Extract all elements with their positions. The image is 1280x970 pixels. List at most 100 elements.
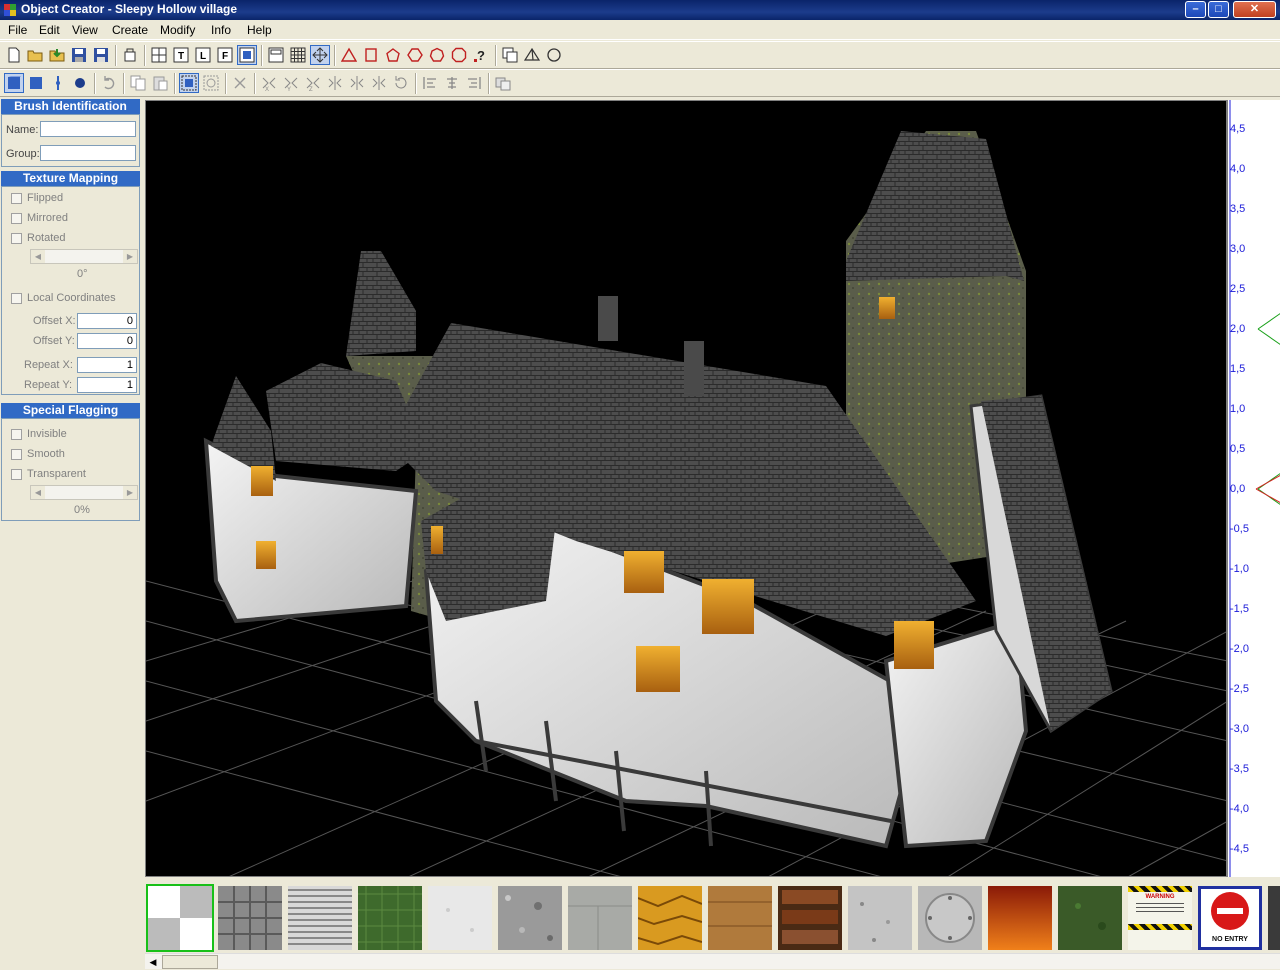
front-view-icon[interactable]: F [215, 45, 235, 65]
metal-plate-texture[interactable] [918, 886, 982, 950]
rotation-slider[interactable]: ◀ ▶ [30, 249, 138, 264]
triangle-brush-icon[interactable] [339, 45, 359, 65]
slider-right-arrow[interactable]: ▶ [123, 486, 137, 499]
properties-panel: Brush Identification Name: Group: Textur… [0, 98, 143, 878]
checker-texture[interactable] [146, 884, 214, 952]
close-button[interactable]: ✕ [1233, 1, 1276, 18]
texture-scrollbar[interactable]: ◀ [145, 953, 1280, 969]
gold-window-texture[interactable] [638, 886, 702, 950]
delete-icon[interactable] [230, 73, 250, 93]
save-as-icon[interactable] [91, 45, 111, 65]
copy-brush-icon[interactable] [500, 45, 520, 65]
transparent-label: Transparent [27, 468, 86, 480]
name-field[interactable] [40, 121, 136, 137]
menu-info[interactable]: Info [211, 23, 231, 37]
menu-modify[interactable]: Modify [160, 23, 195, 37]
slider-left-arrow[interactable]: ◀ [31, 486, 45, 499]
mirror-z-icon[interactable] [369, 73, 389, 93]
rectangle-brush-icon[interactable] [361, 45, 381, 65]
flip-y-icon[interactable]: Y [281, 73, 301, 93]
menu-view[interactable]: View [72, 23, 98, 37]
flip-z-icon[interactable]: Z [303, 73, 323, 93]
no-entry-sign-texture[interactable]: NO ENTRY [1198, 886, 1262, 950]
repeat-y-field[interactable]: 1 [77, 377, 137, 393]
select-edge-icon[interactable] [48, 73, 68, 93]
wireframe-icon[interactable] [266, 45, 286, 65]
perspective-viewport[interactable] [145, 100, 1227, 877]
import-icon[interactable] [47, 45, 67, 65]
gravel-texture[interactable] [498, 886, 562, 950]
bookshelf-texture[interactable] [778, 886, 842, 950]
heptagon-brush-icon[interactable] [427, 45, 447, 65]
select-brush-icon[interactable] [4, 73, 24, 93]
invisible-checkbox[interactable] [11, 429, 22, 440]
custom-polygon-icon[interactable]: ? [471, 45, 491, 65]
mirrored-checkbox[interactable] [11, 213, 22, 224]
save-icon[interactable] [69, 45, 89, 65]
warning-sign-texture[interactable]: WARNING [1128, 886, 1192, 950]
flipped-checkbox[interactable] [11, 193, 22, 204]
object-properties-icon[interactable] [120, 45, 140, 65]
texture-lock-icon[interactable] [493, 73, 513, 93]
mirror-y-icon[interactable] [347, 73, 367, 93]
slider-right-arrow[interactable]: ▶ [123, 250, 137, 263]
open-folder-icon[interactable] [25, 45, 45, 65]
moss-texture[interactable] [1058, 886, 1122, 950]
deselect-icon[interactable] [201, 73, 221, 93]
minimize-button[interactable]: – [1185, 1, 1206, 18]
offset-x-field[interactable]: 0 [77, 313, 137, 329]
mirror-x-icon[interactable] [325, 73, 345, 93]
perspective-view-icon[interactable] [237, 45, 257, 65]
octagon-brush-icon[interactable] [449, 45, 469, 65]
scroll-left-arrow[interactable]: ◀ [145, 954, 161, 970]
scroll-thumb[interactable] [162, 955, 218, 969]
align-z-icon[interactable] [464, 73, 484, 93]
partial-texture[interactable] [1268, 886, 1280, 950]
concrete-texture[interactable] [568, 886, 632, 950]
menu-file[interactable]: File [8, 23, 27, 37]
flip-x-icon[interactable]: X [259, 73, 279, 93]
white-plaster-texture[interactable] [428, 886, 492, 950]
lava-texture[interactable] [988, 886, 1052, 950]
top-view-icon[interactable]: T [171, 45, 191, 65]
local-coordinates-checkbox[interactable] [11, 293, 22, 304]
slider-left-arrow[interactable]: ◀ [31, 250, 45, 263]
select-all-icon[interactable] [179, 73, 199, 93]
group-field[interactable] [40, 145, 136, 161]
transparent-checkbox[interactable] [11, 469, 22, 480]
granite-texture[interactable] [848, 886, 912, 950]
stripes-texture[interactable] [288, 886, 352, 950]
maximize-button[interactable]: □ [1208, 1, 1229, 18]
select-face-icon[interactable] [26, 73, 46, 93]
toolbar-separator [334, 45, 336, 66]
offset-x-label: Offset X: [33, 315, 76, 327]
pentagon-brush-icon[interactable] [383, 45, 403, 65]
grass-texture[interactable] [358, 886, 422, 950]
align-x-icon[interactable] [420, 73, 440, 93]
snap-icon[interactable] [310, 45, 330, 65]
paste-icon[interactable] [150, 73, 170, 93]
smooth-checkbox[interactable] [11, 449, 22, 460]
undo-icon[interactable] [99, 73, 119, 93]
copy-icon[interactable] [128, 73, 148, 93]
select-vertex-icon[interactable] [70, 73, 90, 93]
menu-edit[interactable]: Edit [39, 23, 60, 37]
sphere-brush-icon[interactable] [544, 45, 564, 65]
wood-texture[interactable] [708, 886, 772, 950]
grid-icon[interactable] [288, 45, 308, 65]
align-y-icon[interactable] [442, 73, 462, 93]
quad-view-icon[interactable] [149, 45, 169, 65]
repeat-x-field[interactable]: 1 [77, 357, 137, 373]
new-file-icon[interactable] [4, 45, 24, 65]
pyramid-brush-icon[interactable] [522, 45, 542, 65]
rotated-checkbox[interactable] [11, 233, 22, 244]
menu-help[interactable]: Help [247, 23, 272, 37]
offset-y-field[interactable]: 0 [77, 333, 137, 349]
rotate-icon[interactable] [391, 73, 411, 93]
metal-grid-texture[interactable] [218, 886, 282, 950]
transparency-slider[interactable]: ◀ ▶ [30, 485, 138, 500]
left-view-icon[interactable]: L [193, 45, 213, 65]
menu-create[interactable]: Create [112, 23, 148, 37]
texture-mapping-section: Flipped Mirrored Rotated ◀ ▶ 0° Local Co… [1, 186, 140, 395]
hexagon-brush-icon[interactable] [405, 45, 425, 65]
